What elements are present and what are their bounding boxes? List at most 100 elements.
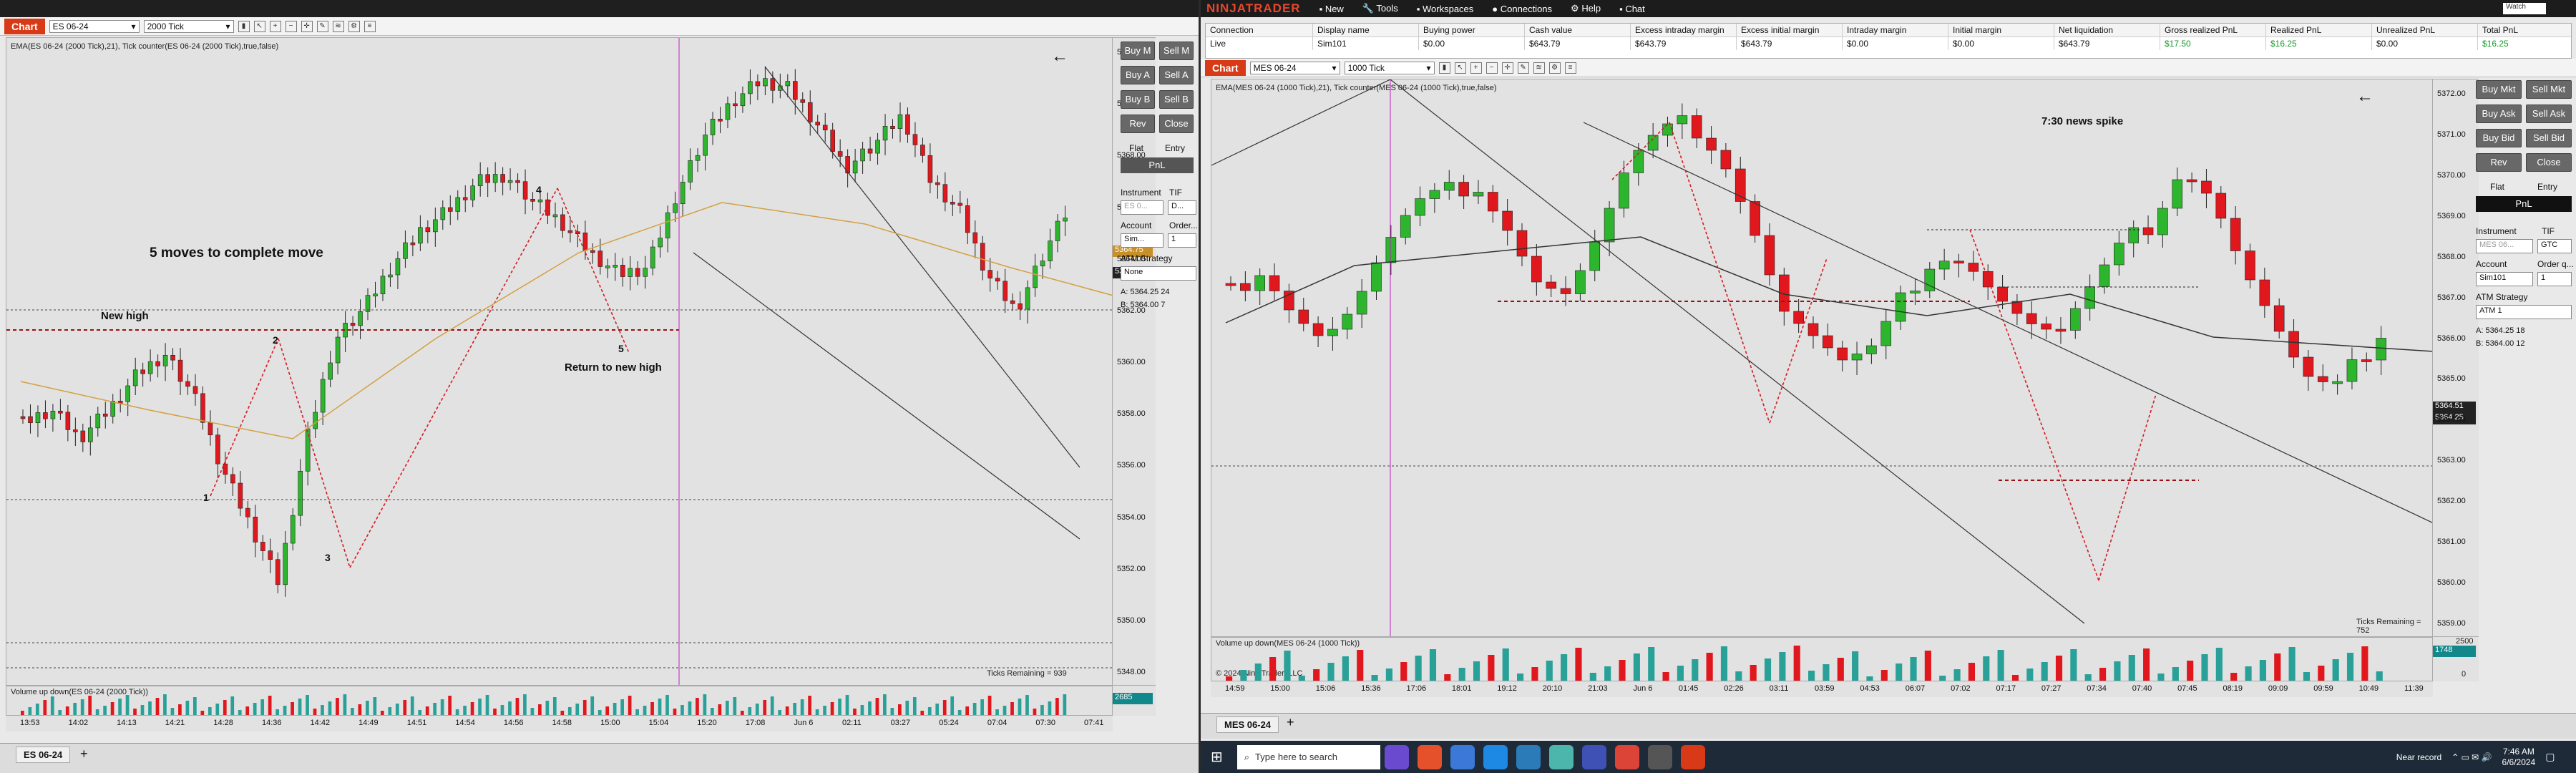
accounts-col-header[interactable]: Realized PnL (2266, 24, 2372, 37)
notifications-icon[interactable]: ▢ (2545, 751, 2555, 763)
pointer-icon[interactable]: ↖ (1454, 62, 1466, 74)
bar-type-icon[interactable]: ▮ (1438, 62, 1450, 74)
account-select[interactable]: Sim... (1121, 233, 1163, 248)
chart-chip[interactable]: Chart (4, 18, 45, 34)
accounts-col-header[interactable]: Buying power (1419, 24, 1525, 37)
zoom-in-icon[interactable]: + (269, 20, 281, 32)
accounts-col-header[interactable]: Excess intraday margin (1631, 24, 1737, 37)
sell-ask-button[interactable]: Sell Ask (2526, 104, 2572, 123)
weather-widget[interactable]: Near record (2396, 752, 2441, 762)
accounts-col-header[interactable]: Total PnL (2478, 24, 2576, 37)
strategies-icon[interactable]: ⚙ (348, 20, 360, 32)
interval-selector[interactable]: 1000 Tick ▾ (1344, 61, 1435, 74)
chart-chip[interactable]: Chart (1205, 59, 1246, 76)
watch-search-field[interactable]: Watch (2503, 3, 2546, 14)
accounts-col-header[interactable]: Intraday margin (1843, 24, 1948, 37)
properties-icon[interactable]: ≡ (364, 20, 376, 32)
sell-bid-button[interactable]: Sell B (1159, 90, 1194, 109)
menu-tools[interactable]: 🔧 Tools (1362, 3, 1398, 14)
buy-market-button[interactable]: Buy Mkt (2476, 80, 2522, 99)
tif-select[interactable]: D... (1168, 200, 1196, 215)
accounts-col-header[interactable]: Initial margin (1948, 24, 2054, 37)
edge-browser-icon[interactable] (1483, 744, 1508, 769)
accounts-col-header[interactable]: Cash value (1525, 24, 1631, 37)
left-price-chart[interactable]: EMA(ES 06-24 (2000 Tick),21), Tick count… (6, 37, 1113, 686)
tool-app-icon[interactable] (1647, 744, 1672, 769)
zoom-out-icon[interactable]: − (285, 20, 297, 32)
basketball-app-icon[interactable] (1417, 744, 1442, 769)
sell-market-button[interactable]: Sell Mkt (2526, 80, 2572, 99)
taskbar-search[interactable]: ⌕ Type here to search (1236, 744, 1380, 769)
windows-start-icon[interactable]: ⊞ (1211, 748, 1223, 766)
order-qty-field[interactable]: 1 (1168, 233, 1196, 248)
accounts-col-header[interactable]: Excess initial margin (1737, 24, 1843, 37)
account-select[interactable]: Sim101 (2476, 272, 2533, 286)
instrument-selector[interactable]: MES 06-24 ▾ (1249, 61, 1340, 74)
arrow-left-icon[interactable]: ← (1051, 47, 1068, 67)
interval-selector[interactable]: 2000 Tick ▾ (143, 19, 234, 33)
tif-select[interactable]: GTC (2537, 239, 2572, 253)
reverse-button[interactable]: Rev (2476, 153, 2522, 172)
menu-chat[interactable]: ▪ Chat (1619, 4, 1645, 14)
menu-connections[interactable]: ● Connections (1492, 4, 1552, 14)
right-price-chart[interactable]: EMA(MES 06-24 (1000 Tick),21), Tick coun… (1211, 79, 2433, 637)
menu-new[interactable]: ▪ New (1319, 4, 1344, 14)
zoom-in-icon[interactable]: + (1470, 62, 1482, 74)
tray-icons[interactable]: ⌃ ▭ ✉ 🔊 (2451, 752, 2492, 762)
add-tab-icon[interactable]: + (80, 747, 88, 762)
buy-ask-button[interactable]: Buy Ask (2476, 104, 2522, 123)
buy-ask-button[interactable]: Buy A (1121, 66, 1155, 84)
right-price-axis[interactable]: 5364.51 5364.25 5372.00 5371.00 5370.00 536… (2433, 79, 2479, 637)
menu-workspaces[interactable]: ▪ Workspaces (1417, 4, 1474, 14)
sell-ask-button[interactable]: Sell A (1159, 66, 1194, 84)
chrome-icon[interactable] (1614, 744, 1639, 769)
outlook-icon[interactable] (1581, 744, 1606, 769)
indicators-icon[interactable]: ≋ (332, 20, 344, 32)
right-volume-panel[interactable]: Volume up down(MES 06-24 (1000 Tick)) © … (1211, 637, 2433, 681)
properties-icon[interactable]: ≡ (1564, 62, 1576, 74)
crosshair-icon[interactable]: ✛ (1501, 62, 1513, 74)
menu-help[interactable]: ⚙ Help (1571, 3, 1601, 14)
order-qty-field[interactable]: 1 (2537, 272, 2572, 286)
accounts-col-header[interactable]: Net liquidation (2054, 24, 2160, 37)
drawing-tools-icon[interactable]: ✎ (1517, 62, 1529, 74)
buy-market-button[interactable]: Buy M (1121, 42, 1155, 60)
close-position-button[interactable]: Close (1159, 115, 1194, 133)
tab-es-06-24[interactable]: ES 06-24 (16, 747, 71, 763)
strategies-icon[interactable]: ⚙ (1548, 62, 1561, 74)
instrument-field[interactable]: ES 0... (1121, 200, 1163, 215)
left-volume-panel[interactable]: Volume up down(ES 06-24 (2000 Tick)) (6, 686, 1113, 716)
tab-mes-06-24[interactable]: MES 06-24 (1216, 716, 1279, 733)
zoom-out-icon[interactable]: − (1485, 62, 1498, 74)
instrument-selector[interactable]: ES 06-24 ▾ (49, 19, 140, 33)
indicators-icon[interactable]: ≋ (1533, 62, 1545, 74)
atm-strategy-select[interactable]: ATM 1 (2476, 305, 2572, 319)
taskbar-clock[interactable]: 7:46 AM 6/6/2024 (2502, 747, 2536, 768)
reverse-button[interactable]: Rev (1121, 115, 1155, 133)
accounts-col-header[interactable]: Display name (1313, 24, 1419, 37)
left-time-axis[interactable]: 13:53 14:02 14:13 14:21 14:28 14:36 14:42 14:49… (6, 716, 1113, 731)
drawing-tools-icon[interactable]: ✎ (316, 20, 328, 32)
add-tab-icon[interactable]: + (1287, 715, 1294, 730)
atm-strategy-select[interactable]: None (1121, 266, 1196, 281)
right-time-axis[interactable]: 14:59 15:00 15:06 15:36 17:06 18:01 19:12 20:10… (1211, 681, 2433, 697)
accounts-col-header[interactable]: Gross realized PnL (2160, 24, 2266, 37)
accounts-col-header[interactable]: Unrealized PnL (2372, 24, 2478, 37)
buy-bid-button[interactable]: Buy B (1121, 90, 1155, 109)
close-position-button[interactable]: Close (2526, 153, 2572, 172)
sell-bid-button[interactable]: Sell Bid (2526, 129, 2572, 147)
pointer-icon[interactable]: ↖ (253, 20, 265, 32)
sell-market-button[interactable]: Sell M (1159, 42, 1194, 60)
file-explorer-icon[interactable] (1516, 744, 1541, 769)
accounts-data-row[interactable]: Live Sim101 $0.00 $643.79 $643.79 $643.79 $0.0… (1206, 37, 2571, 50)
bar-type-icon[interactable]: ▮ (238, 20, 250, 32)
buy-bid-button[interactable]: Buy Bid (2476, 129, 2522, 147)
teams-icon[interactable] (1548, 744, 1574, 769)
news-app-icon[interactable] (1384, 744, 1409, 769)
ninjatrader-icon[interactable] (1680, 744, 1705, 769)
accounts-col-header[interactable]: Connection (1206, 24, 1313, 37)
arrow-left-icon[interactable]: ← (2356, 87, 2373, 107)
crosshair-icon[interactable]: ✛ (301, 20, 313, 32)
task-view-icon[interactable] (1450, 744, 1475, 769)
instrument-field[interactable]: MES 06... (2476, 239, 2533, 253)
